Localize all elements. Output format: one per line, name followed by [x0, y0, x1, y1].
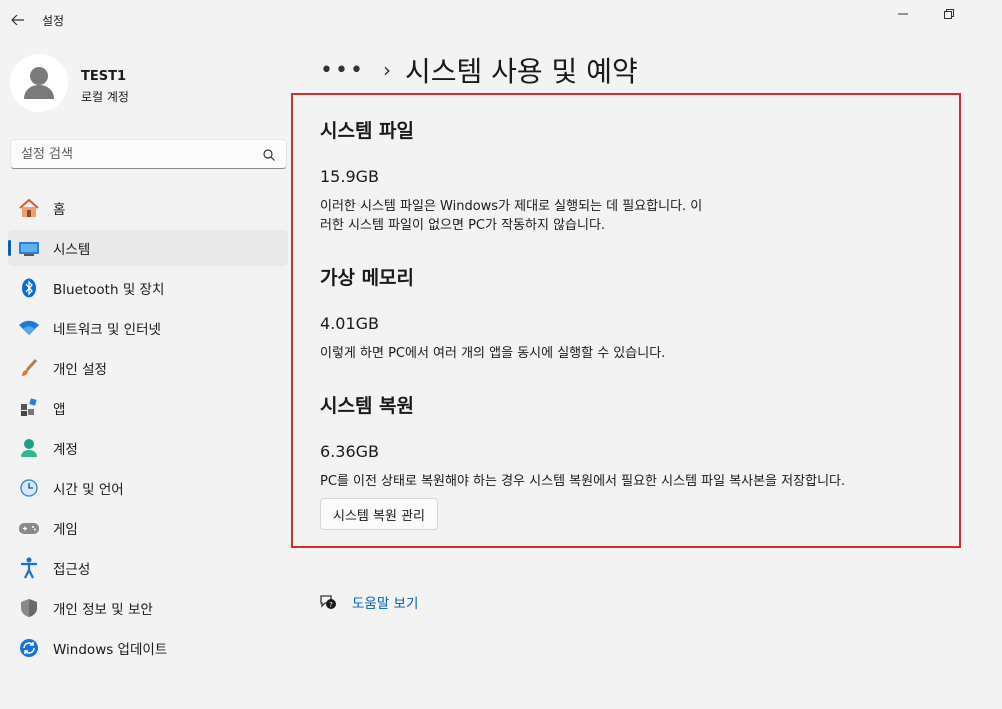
apps-icon	[18, 398, 40, 418]
sidebar-item-label: 게임	[53, 522, 78, 538]
storage-details-panel: 시스템 파일 15.9GB 이러한 시스템 파일은 Windows가 제대로 실…	[291, 93, 961, 548]
system-restore-size: 6.36GB	[320, 442, 379, 461]
wifi-icon	[18, 318, 40, 338]
description-line: 이러한 시스템 파일은 Windows가 제대로 실행되는 데 필요합니다. 이	[320, 199, 703, 214]
shield-icon	[18, 598, 40, 618]
user-avatar-icon	[24, 67, 54, 99]
get-help-link[interactable]: 도움말 보기	[352, 592, 418, 612]
user-name: TEST1	[81, 69, 127, 84]
account-icon	[18, 438, 40, 458]
sidebar-item-label: Bluetooth 및 장치	[53, 282, 165, 298]
user-profile[interactable]: TEST1 로컬 계정	[10, 54, 280, 114]
sidebar-item-accessibility[interactable]: 접근성	[8, 550, 288, 586]
sidebar-item-system[interactable]: 시스템	[8, 230, 288, 266]
manage-system-restore-button[interactable]: 시스템 복원 관리	[320, 498, 438, 530]
breadcrumb: ••• › 시스템 사용 및 예약	[320, 50, 638, 90]
system-files-description: 이러한 시스템 파일은 Windows가 제대로 실행되는 데 필요합니다. 이…	[320, 197, 940, 235]
breadcrumb-separator: ›	[382, 58, 391, 82]
sidebar-item-label: 홈	[53, 202, 66, 218]
account-type: 로컬 계정	[81, 90, 129, 104]
system-restore-title: 시스템 복원	[320, 395, 415, 417]
description-line: 이렇게 하면 PC에서 여러 개의 앱을 동시에 실행할 수 있습니다.	[320, 346, 666, 361]
sidebar-item-label: Windows 업데이트	[53, 642, 168, 658]
sidebar-item-label: 시스템	[53, 242, 91, 258]
back-arrow-icon	[11, 14, 24, 26]
time-language-icon	[18, 478, 40, 498]
gamepad-icon	[18, 518, 40, 538]
sidebar-item-privacy[interactable]: 개인 정보 및 보안	[8, 590, 288, 626]
sidebar-item-gaming[interactable]: 게임	[8, 510, 288, 546]
description-line: 러한 시스템 파일이 없으면 PC가 작동하지 않습니다.	[320, 218, 606, 233]
search-icon[interactable]	[262, 148, 276, 162]
update-icon	[18, 638, 40, 658]
virtual-memory-size: 4.01GB	[320, 314, 379, 333]
sidebar-item-label: 앱	[53, 402, 66, 418]
sidebar-item-label: 계정	[53, 442, 78, 458]
sidebar-item-label: 개인 정보 및 보안	[53, 602, 153, 618]
description-line: PC를 이전 상태로 복원해야 하는 경우 시스템 복원에서 필요한 시스템 파…	[320, 474, 846, 489]
title-bar: 설정	[0, 0, 1002, 40]
bluetooth-icon	[18, 278, 40, 298]
sidebar-item-label: 네트워크 및 인터넷	[53, 322, 161, 338]
sidebar-item-network[interactable]: 네트워크 및 인터넷	[8, 310, 288, 346]
back-button[interactable]	[8, 10, 28, 30]
virtual-memory-description: 이렇게 하면 PC에서 여러 개의 앱을 동시에 실행할 수 있습니다.	[320, 344, 940, 363]
minimize-icon	[898, 13, 908, 15]
page-title: 시스템 사용 및 예약	[404, 55, 638, 88]
search-input[interactable]	[11, 140, 251, 168]
sidebar-item-home[interactable]: 홈	[8, 190, 288, 226]
sidebar-nav: 홈 시스템 Bluetooth 및 장치 네트워크 및 인터넷 개인 설정 앱	[8, 190, 288, 670]
sidebar-item-bluetooth[interactable]: Bluetooth 및 장치	[8, 270, 288, 306]
home-icon	[18, 198, 40, 218]
sidebar-item-accounts[interactable]: 계정	[8, 430, 288, 466]
sidebar-item-time-language[interactable]: 시간 및 언어	[8, 470, 288, 506]
brush-icon	[18, 358, 40, 378]
restore-window-icon	[944, 9, 954, 19]
minimize-button[interactable]	[880, 2, 926, 26]
sidebar-item-label: 개인 설정	[53, 362, 107, 378]
system-files-title: 시스템 파일	[320, 120, 415, 142]
sidebar-item-label: 접근성	[53, 562, 91, 578]
sidebar-item-personalization[interactable]: 개인 설정	[8, 350, 288, 386]
sidebar-item-windows-update[interactable]: Windows 업데이트	[8, 630, 288, 666]
accessibility-icon	[18, 557, 40, 579]
sidebar-item-apps[interactable]: 앱	[8, 390, 288, 426]
help-icon: ?	[318, 592, 338, 612]
system-restore-description: PC를 이전 상태로 복원해야 하는 경우 시스템 복원에서 필요한 시스템 파…	[320, 472, 940, 491]
avatar	[10, 54, 68, 112]
sidebar-item-label: 시간 및 언어	[53, 482, 124, 498]
help-link-row[interactable]: ? 도움말 보기	[318, 590, 418, 614]
settings-search[interactable]	[10, 139, 287, 169]
system-files-size: 15.9GB	[320, 167, 379, 186]
virtual-memory-title: 가상 메모리	[320, 267, 415, 289]
app-title: 설정	[42, 14, 65, 28]
svg-text:?: ?	[329, 601, 333, 609]
restore-window-button[interactable]	[926, 2, 972, 26]
breadcrumb-more-button[interactable]: •••	[320, 58, 365, 83]
system-icon	[18, 238, 40, 258]
